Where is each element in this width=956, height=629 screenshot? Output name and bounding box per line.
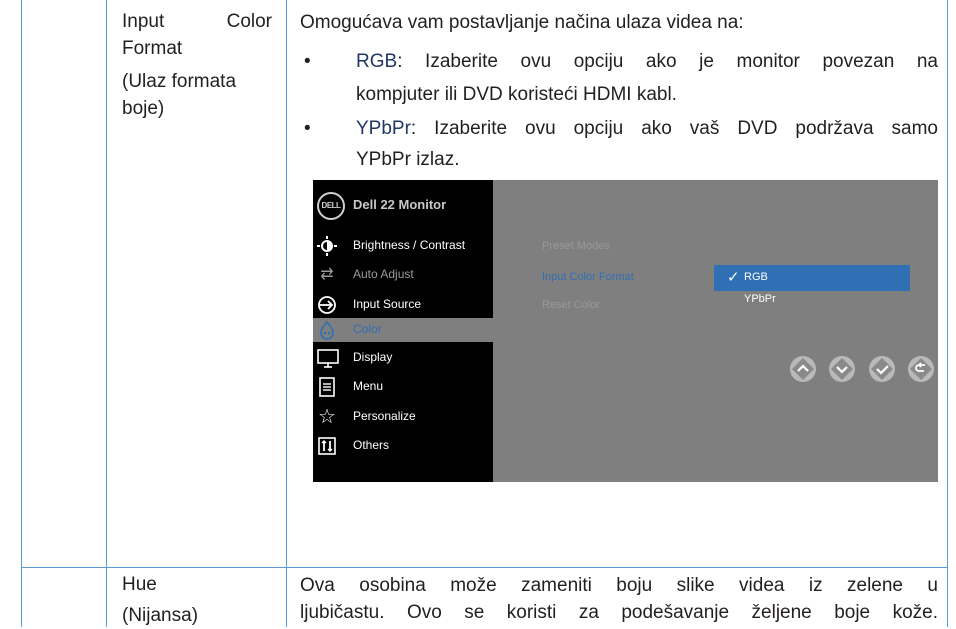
osd-sidebar: DELL Dell 22 Monitor Brightness / Contra… bbox=[313, 180, 493, 482]
bullet-ypbpr-cont: YPbPr izlaz. bbox=[356, 149, 460, 170]
bullet-rgb: RGB: Izaberite ovu opciju ako je monitor… bbox=[356, 51, 938, 72]
option-ypbpr[interactable]: YPbPr bbox=[744, 293, 776, 305]
menu-item-brightness[interactable]: Brightness / Contrast bbox=[313, 234, 493, 258]
auto-adjust-icon: ⇄ bbox=[320, 266, 334, 283]
nav-confirm-button[interactable] bbox=[869, 356, 895, 382]
brightness-icon bbox=[317, 236, 337, 256]
osd-title: Dell 22 Monitor bbox=[353, 197, 447, 212]
color-icon bbox=[317, 320, 337, 340]
checkmark-icon: ✓ bbox=[727, 269, 740, 286]
display-icon bbox=[317, 348, 339, 368]
menu-item-menu[interactable]: Menu bbox=[313, 375, 493, 399]
others-icon bbox=[317, 436, 337, 456]
menu-item-auto-adjust[interactable]: ⇄ Auto Adjust bbox=[313, 263, 493, 287]
menu-item-others[interactable]: Others bbox=[313, 434, 493, 458]
table-border-right bbox=[947, 0, 948, 627]
up-icon bbox=[792, 358, 814, 380]
bullet-rgb-cont: kompjuter ili DVD koristeći HDMI kabl. bbox=[356, 84, 677, 105]
back-icon bbox=[910, 358, 932, 380]
input-source-icon bbox=[317, 295, 337, 315]
table-border-left bbox=[21, 0, 22, 627]
option-rgb-selected[interactable]: ✓ RGB bbox=[714, 265, 910, 291]
row1-label: Input Color Format (Ulaz formata boje) bbox=[122, 11, 272, 119]
menu-item-personalize[interactable]: ☆ Personalize bbox=[313, 405, 493, 429]
row2-description-line1: Ova osobina može zameniti boju slike vid… bbox=[300, 575, 938, 596]
bullet-ypbpr: YPbPr: Izaberite ovu opciju ako vaš DVD … bbox=[356, 118, 938, 139]
option-rgb-label: RGB bbox=[744, 271, 768, 283]
row2-label: Hue (Nijansa) bbox=[122, 574, 199, 626]
osd-menu: DELL Dell 22 Monitor Brightness / Contra… bbox=[313, 180, 938, 482]
submenu-input-color-format[interactable]: Input Color Format bbox=[542, 271, 634, 283]
bullet-marker: • bbox=[304, 118, 311, 139]
table-border-mid1 bbox=[106, 0, 107, 627]
menu-item-input-source[interactable]: Input Source bbox=[313, 293, 493, 317]
nav-up-button[interactable] bbox=[790, 356, 816, 382]
down-icon bbox=[831, 358, 853, 380]
nav-down-button[interactable] bbox=[829, 356, 855, 382]
dell-logo: DELL bbox=[317, 192, 345, 220]
menu-icon bbox=[317, 377, 337, 397]
bullet-marker: • bbox=[304, 51, 311, 72]
personalize-icon: ☆ bbox=[318, 406, 336, 428]
row2-description-line2: ljubičastu. Ovo se koristi za podešavanj… bbox=[300, 602, 938, 623]
nav-back-button[interactable] bbox=[908, 356, 934, 382]
row1-intro: Omogućava vam postavljanje načina ulaza … bbox=[300, 12, 744, 33]
submenu-reset-color[interactable]: Reset Color bbox=[542, 299, 600, 311]
menu-item-color[interactable]: Color bbox=[313, 318, 493, 342]
osd-header: DELL Dell 22 Monitor bbox=[313, 180, 493, 230]
menu-item-display[interactable]: Display bbox=[313, 346, 493, 370]
table-border-mid2 bbox=[286, 0, 287, 627]
table-row-divider bbox=[21, 567, 948, 568]
submenu-preset-modes[interactable]: Preset Modes bbox=[542, 240, 610, 252]
check-icon bbox=[871, 358, 893, 380]
